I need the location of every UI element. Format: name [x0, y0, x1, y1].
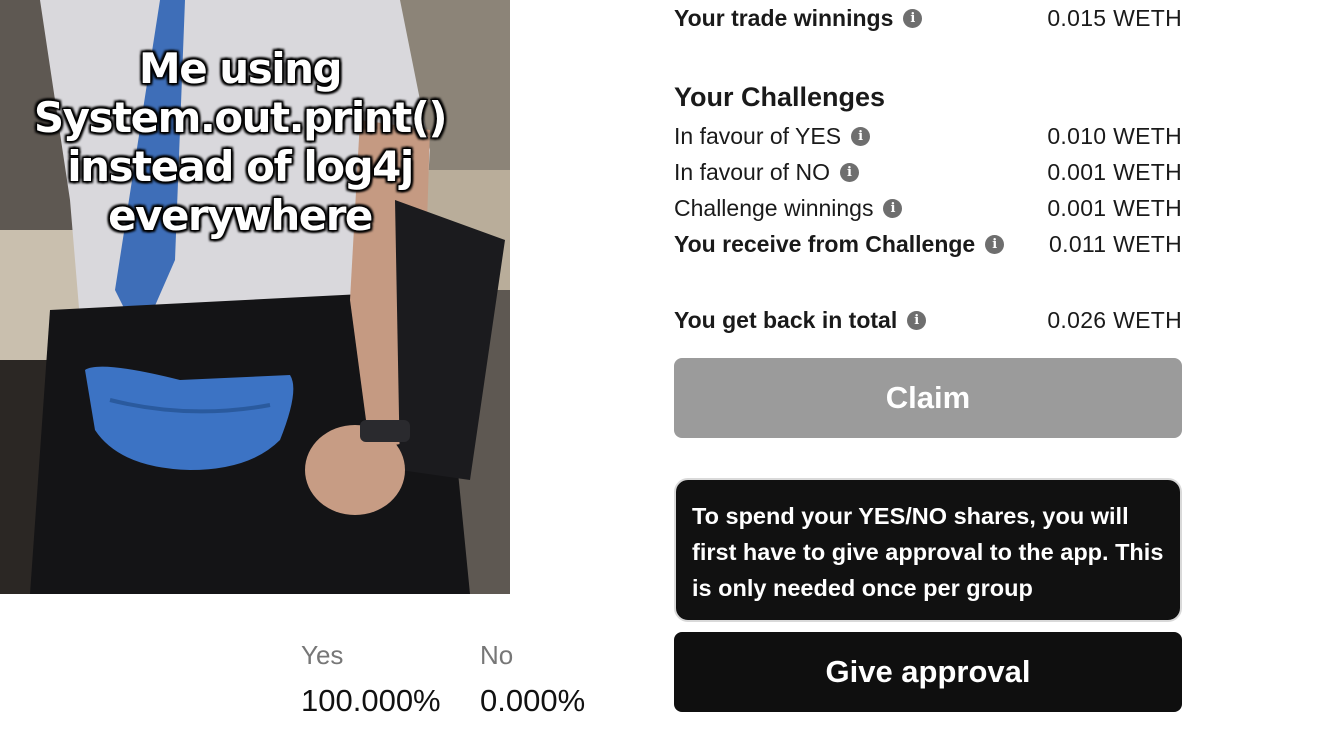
claim-button[interactable]: Claim	[674, 358, 1182, 438]
receive-from-challenge-value: 0.011 WETH	[1049, 230, 1182, 257]
info-icon[interactable]: i	[903, 8, 923, 28]
meme-caption-line: Me using	[138, 43, 344, 94]
meme-caption-line: System.out.print()	[33, 92, 449, 143]
total-row: You get back in total i 0.026 WETH	[674, 302, 1182, 338]
info-icon[interactable]: i	[851, 126, 871, 146]
challenge-winnings-row: Challenge winnings i 0.001 WETH	[674, 190, 1182, 226]
favour-yes-label: In favour of YES	[674, 122, 842, 149]
favour-yes-row: In favour of YES i 0.010 WETH	[674, 118, 1182, 154]
info-icon[interactable]: i	[839, 162, 859, 182]
meme-caption-line: instead of log4j	[66, 141, 415, 192]
info-icon[interactable]: i	[883, 198, 903, 218]
favour-no-value: 0.001 WETH	[1047, 158, 1182, 185]
info-icon[interactable]: i	[985, 234, 1005, 254]
odds-yes-value: 100.000%	[301, 683, 441, 718]
odds-yes: Yes 100.000%	[301, 640, 441, 719]
receive-from-challenge-row: You receive from Challenge i 0.011 WETH	[674, 226, 1182, 262]
meme-caption: Me using System.out.print() instead of l…	[0, 43, 480, 241]
meme-caption-line: everywhere	[107, 190, 374, 241]
odds-no-value: 0.000%	[480, 683, 586, 718]
give-approval-button[interactable]: Give approval	[674, 632, 1182, 712]
favour-no-row: In favour of NO i 0.001 WETH	[674, 154, 1182, 190]
approval-notice: To spend your YES/NO shares, you will fi…	[674, 478, 1182, 622]
favour-no-label: In favour of NO	[674, 158, 830, 185]
total-label: You get back in total	[674, 306, 898, 333]
challenge-winnings-label: Challenge winnings	[674, 194, 874, 221]
trade-winnings-row: Your trade winnings i 0.015 WETH	[674, 0, 1182, 36]
market-image: Me using System.out.print() instead of l…	[0, 0, 510, 594]
trade-winnings-value: 0.015 WETH	[1047, 4, 1182, 31]
favour-yes-value: 0.010 WETH	[1047, 122, 1182, 149]
odds-no: No 0.000%	[480, 640, 585, 719]
challenge-winnings-value: 0.001 WETH	[1047, 194, 1182, 221]
trade-winnings-label: Your trade winnings	[674, 4, 894, 31]
challenges-title: Your Challenges	[674, 82, 886, 112]
receive-from-challenge-label: You receive from Challenge	[674, 230, 976, 257]
odds-yes-label: Yes	[301, 640, 344, 670]
total-value: 0.026 WETH	[1047, 306, 1182, 333]
info-icon[interactable]: i	[907, 310, 927, 330]
odds-no-label: No	[480, 640, 514, 670]
